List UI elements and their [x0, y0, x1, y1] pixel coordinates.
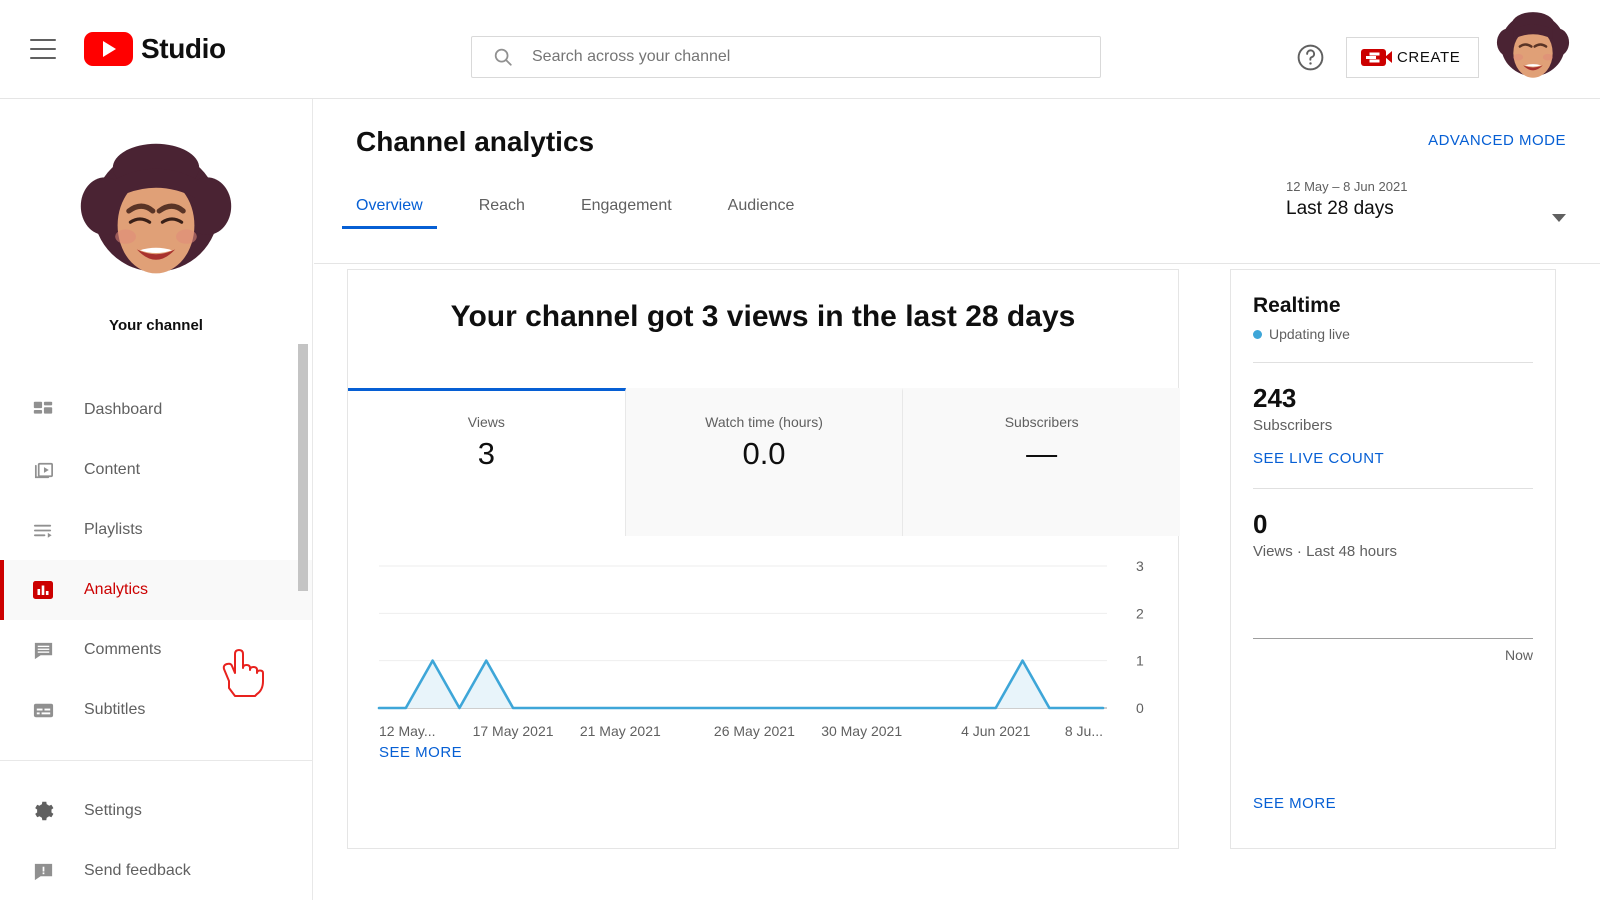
brand-label: Studio — [141, 33, 226, 64]
x-axis-tick-label: 30 May 2021 — [821, 723, 902, 739]
search-icon — [492, 46, 514, 68]
metric-value: — — [1026, 436, 1058, 471]
realtime-subscribers-label: Subscribers — [1253, 417, 1333, 434]
sidebar-item-label: Playlists — [84, 521, 143, 538]
top-bar: Studio CREATE — [0, 0, 1600, 99]
sidebar-item-label: Dashboard — [84, 401, 163, 418]
realtime-title: Realtime — [1253, 294, 1341, 317]
sidebar: Your channel Dashboard Content Playlists… — [0, 99, 313, 900]
sidebar-item-label: Settings — [84, 802, 142, 819]
sidebar-item-settings[interactable]: Settings — [0, 781, 312, 841]
avatar[interactable] — [1492, 8, 1574, 90]
y-axis-tick-label: 3 — [1136, 558, 1144, 574]
sidebar-item-dashboard[interactable]: Dashboard — [0, 380, 312, 440]
x-axis-tick-label: 26 May 2021 — [714, 723, 795, 739]
sidebar-item-playlists[interactable]: Playlists — [0, 500, 312, 560]
overview-headline: Your channel got 3 views in the last 28 … — [450, 300, 1076, 333]
feedback-icon — [28, 860, 58, 883]
sidebar-scrollbar[interactable] — [298, 344, 308, 591]
metric-tabs: Views 3 Watch time (hours) 0.0 Subscribe… — [348, 388, 1181, 536]
sidebar-item-label: Analytics — [84, 581, 149, 598]
dashboard-icon — [28, 399, 58, 421]
realtime-live-status: Updating live — [1253, 326, 1533, 342]
divider — [1253, 488, 1533, 489]
tab-overview[interactable]: Overview — [342, 197, 437, 229]
search-input[interactable] — [532, 48, 1052, 66]
metric-tab-views[interactable]: Views 3 — [348, 388, 626, 536]
youtube-studio-logo[interactable]: Studio — [84, 32, 226, 66]
date-range-label: Last 28 days — [1286, 198, 1394, 219]
hamburger-menu-icon[interactable] — [30, 39, 56, 59]
comments-icon — [28, 639, 58, 662]
video-camera-plus-icon — [1361, 49, 1392, 66]
gear-icon — [28, 799, 58, 823]
subtitles-icon — [28, 699, 58, 722]
metric-value: 0.0 — [742, 436, 786, 471]
sidebar-item-analytics[interactable]: Analytics — [0, 560, 312, 620]
sidebar-item-label: Content — [84, 461, 141, 478]
metric-tab-watch-time[interactable]: Watch time (hours) 0.0 — [625, 388, 904, 536]
tab-engagement[interactable]: Engagement — [567, 197, 686, 229]
help-circle-icon[interactable] — [1295, 42, 1326, 73]
analytics-bar-icon — [28, 578, 58, 602]
youtube-play-icon — [84, 32, 133, 66]
realtime-see-more-link[interactable]: SEE MORE — [1253, 795, 1336, 812]
realtime-card: Realtime Updating live 243 Subscribers S… — [1230, 269, 1556, 849]
channel-name: Your channel — [109, 317, 203, 334]
realtime-subscribers-value: 243 — [1253, 383, 1297, 413]
page-title: Channel analytics — [356, 126, 595, 157]
sidebar-item-subtitles[interactable]: Subtitles — [0, 680, 312, 740]
tab-audience[interactable]: Audience — [714, 197, 809, 229]
sidebar-item-send-feedback[interactable]: Send feedback — [0, 841, 312, 901]
analytics-tabs: Overview Reach Engagement Audience — [342, 197, 836, 229]
y-axis-tick-label: 2 — [1136, 605, 1144, 621]
x-axis-tick-label: 8 Ju... — [1065, 723, 1103, 739]
metric-label: Watch time (hours) — [705, 414, 823, 430]
sidebar-nav: Dashboard Content Playlists Analytics Co… — [0, 380, 312, 901]
realtime-now-label: Now — [1504, 647, 1533, 663]
sidebar-item-label: Comments — [84, 641, 162, 658]
date-range-selector[interactable]: 12 May – 8 Jun 2021 Last 28 days — [1286, 179, 1566, 222]
create-button-label: CREATE — [1397, 49, 1461, 66]
date-range-dates: 12 May – 8 Jun 2021 — [1286, 179, 1408, 194]
tab-reach[interactable]: Reach — [465, 197, 539, 229]
live-status-label: Updating live — [1269, 326, 1350, 342]
live-dot-icon — [1253, 329, 1262, 339]
channel-avatar — [76, 139, 236, 299]
tabs-underline — [314, 263, 1600, 264]
advanced-mode-link[interactable]: ADVANCED MODE — [1428, 132, 1566, 149]
realtime-views-value: 0 — [1253, 509, 1268, 539]
chart-area-fill — [379, 660, 1103, 708]
metric-label: Views — [467, 414, 505, 430]
sidebar-item-label: Send feedback — [84, 862, 191, 879]
metric-tab-subscribers[interactable]: Subscribers — — [903, 388, 1181, 536]
channel-block[interactable]: Your channel — [0, 99, 312, 334]
sidebar-item-comments[interactable]: Comments — [0, 620, 312, 680]
sidebar-item-label: Subtitles — [84, 701, 146, 718]
x-axis-tick-label: 21 May 2021 — [580, 723, 661, 739]
chart-see-more-link[interactable]: SEE MORE — [379, 744, 462, 761]
divider — [1253, 362, 1533, 363]
main-content: Channel analytics ADVANCED MODE 12 May –… — [314, 99, 1600, 900]
playlists-icon — [28, 519, 58, 542]
views-chart[interactable]: 0 1 2 3 12 May... 17 May 2021 21 May 2021 26 Ma… — [348, 536, 1180, 786]
chevron-down-icon[interactable] — [1552, 214, 1566, 222]
metric-value: 3 — [477, 436, 495, 471]
see-live-count-link[interactable]: SEE LIVE COUNT — [1253, 450, 1384, 467]
search-bar[interactable] — [471, 36, 1101, 78]
sidebar-item-content[interactable]: Content — [0, 440, 312, 500]
x-axis-tick-label: 4 Jun 2021 — [961, 723, 1030, 739]
content-video-icon — [28, 459, 58, 482]
overview-card: Your channel got 3 views in the last 28 … — [347, 269, 1181, 849]
create-button[interactable]: CREATE — [1346, 37, 1480, 78]
x-axis-tick-label: 17 May 2021 — [473, 723, 554, 739]
y-axis-tick-label: 1 — [1136, 653, 1144, 669]
metric-label: Subscribers — [1004, 414, 1079, 430]
realtime-views-label: Views · Last 48 hours — [1253, 543, 1397, 560]
y-axis-tick-label: 0 — [1136, 700, 1144, 716]
sidebar-divider — [0, 760, 312, 761]
x-axis-tick-label: 12 May... — [379, 723, 436, 739]
realtime-sparkline-baseline — [1253, 638, 1533, 639]
